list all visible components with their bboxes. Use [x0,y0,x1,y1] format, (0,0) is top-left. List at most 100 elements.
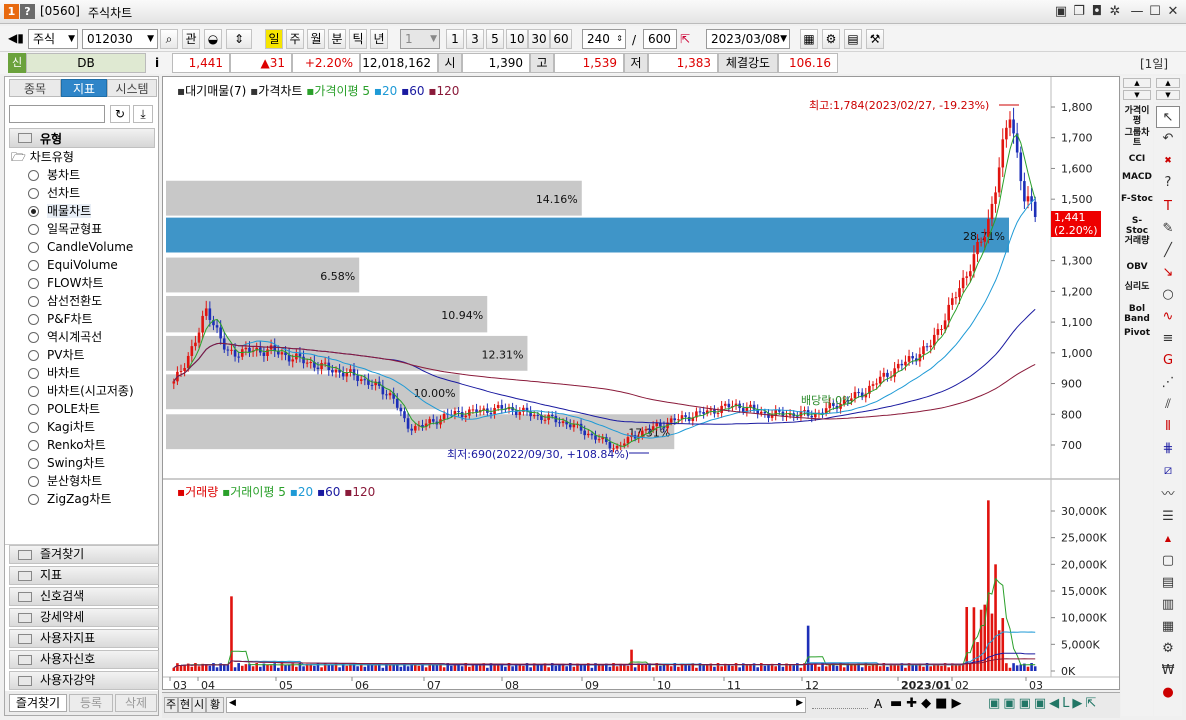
category-1[interactable]: 지표 [9,566,159,585]
category-5[interactable]: 사용자신호 [9,650,159,669]
period-month-button[interactable]: 월 [307,29,325,49]
radio-icon[interactable] [28,332,39,343]
interval-select[interactable]: 1 ▼ [400,29,440,49]
grid-lines-icon[interactable]: ⋕ [1156,438,1180,460]
delete-button[interactable]: 삭제 [115,694,157,712]
total-input[interactable]: 600 [643,29,677,49]
radio-icon[interactable] [28,206,39,217]
interval-30-button[interactable]: 30 [528,29,550,49]
kwan-button[interactable]: 관 [182,29,200,49]
tools-up-icon[interactable]: ▲ [1156,78,1180,88]
interval-10-button[interactable]: 10 [506,29,528,49]
indicator-button-7[interactable]: OBV [1121,262,1153,272]
chart-type-item[interactable]: POLE차트 [28,400,100,418]
category-2[interactable]: 신호검색 [9,587,159,606]
radio-icon[interactable] [28,224,39,235]
radio-icon[interactable] [28,368,39,379]
chart-type-item[interactable]: 선차트 [28,184,80,202]
radio-icon[interactable] [28,260,39,271]
price-volume-chart[interactable]: 1,8001,7001,6001,5001,4001,3001,2001,100… [163,77,1119,692]
chart-area[interactable]: 1,8001,7001,6001,5001,4001,3001,2001,100… [162,76,1120,692]
indicator-button-10[interactable]: Pivot [1121,328,1153,338]
period-tick-button[interactable]: 틱 [349,29,367,49]
radio-icon[interactable] [28,476,39,487]
undo-icon[interactable]: ↶ [1156,128,1180,150]
period-day-button[interactable]: 일 [265,29,283,49]
indicator-button-9[interactable]: Bol Band [1121,304,1153,324]
market-select[interactable]: 주식 ▼ [28,29,78,49]
close-icon[interactable]: ✕ [1164,3,1182,21]
radio-icon[interactable] [28,458,39,469]
chart-type-item[interactable]: 매물차트 [28,202,92,220]
trend-icon[interactable]: 〰 [1156,484,1180,506]
category-4[interactable]: 사용자지표 [9,629,159,648]
search-icon[interactable]: ⌕ [160,29,178,49]
window-icon[interactable]: ▢ [1156,550,1180,572]
chart-type-item[interactable]: CandleVolume [28,238,133,256]
interval-5-button[interactable]: 5 [486,29,504,49]
radio-icon[interactable] [28,440,39,451]
tab-indicator[interactable]: 지표 [61,79,107,97]
category-0[interactable]: 즐겨찾기 [9,545,159,564]
chart-type-item[interactable]: ZigZag차트 [28,490,111,508]
chart-type-item[interactable]: EquiVolume [28,256,118,274]
refresh-icon[interactable]: ↻ [110,105,130,123]
interval-60-button[interactable]: 60 [550,29,572,49]
chart-type-item[interactable]: PV차트 [28,346,85,364]
period-week-button[interactable]: 주 [286,29,304,49]
download-icon[interactable]: ⤓ [133,105,153,123]
chart-type-item[interactable]: 바차트(시고저종) [28,382,134,400]
indicator-button-8[interactable]: 심리도 [1121,282,1153,292]
save-icon[interactable]: ▤ [844,29,862,49]
fibonacci-icon[interactable]: ⦀ [1156,416,1180,438]
wave-icon[interactable]: ∿ [1156,306,1180,328]
register-button[interactable]: 등록 [69,694,113,712]
pdf-icon[interactable]: ▦ [1156,616,1180,638]
maximize-icon[interactable]: ☐ [1146,3,1164,21]
week-button[interactable]: 주 [164,697,178,713]
indicator-button-6[interactable]: 거래량 [1121,236,1153,246]
channel-icon[interactable]: ≡ [1156,328,1180,350]
tools-down-icon[interactable]: ▼ [1156,90,1180,100]
document-icon[interactable]: ▤ [1156,572,1180,594]
fan-icon[interactable]: ⋰ [1156,372,1180,394]
auto-icon[interactable]: ▲ [1156,528,1180,550]
current-button[interactable]: 현 [178,697,192,713]
radio-icon[interactable] [28,386,39,397]
chart-type-item[interactable]: Renko차트 [28,436,106,454]
section-type[interactable]: 유형 [9,128,155,148]
ray-icon[interactable]: ↘ [1156,262,1180,284]
indicator-button-3[interactable]: MACD [1121,172,1153,182]
radio-icon[interactable] [28,188,39,199]
period-minute-button[interactable]: 분 [328,29,346,49]
help-icon[interactable]: ? [20,4,35,19]
indicator-button-2[interactable]: CCI [1121,154,1153,164]
chart-icon[interactable]: ▦ [800,29,818,49]
category-6[interactable]: 사용자강약 [9,671,159,690]
chart-type-item[interactable]: 바차트 [28,364,80,382]
minimize-icon[interactable]: — [1128,3,1146,21]
radio-icon[interactable] [28,242,39,253]
favorites-tab[interactable]: 즐겨찾기 [9,694,67,712]
levels-icon[interactable]: ☰ [1156,506,1180,528]
interval-3-button[interactable]: 3 [466,29,484,49]
scroll-left-icon[interactable]: ◀ [229,698,236,708]
zoom-slider[interactable] [812,699,868,709]
help-circle-icon[interactable]: ● [1156,682,1180,704]
chart-type-item[interactable]: 삼선전환도 [28,292,102,310]
paint-icon[interactable]: ✎ [1156,218,1180,240]
tab-system[interactable]: 시스템 [107,79,157,97]
arc-icon[interactable]: ⧄ [1156,460,1180,482]
radio-icon[interactable] [28,278,39,289]
tools-icon[interactable]: ⚒ [866,29,884,49]
tab-stock[interactable]: 종목 [9,79,61,97]
info-icon[interactable]: i [150,53,164,73]
radio-icon[interactable] [28,404,39,415]
market-button[interactable]: 시 [192,697,206,713]
wrench-icon[interactable]: ⚙ [1156,638,1180,660]
question-icon[interactable]: ? [1156,172,1180,194]
updown-icon[interactable]: ⇕ [226,29,252,49]
indicator-button-5[interactable]: S-Stoc [1121,216,1153,236]
toolbar-down-icon[interactable]: ▼ [1123,90,1151,100]
radio-icon[interactable] [28,350,39,361]
